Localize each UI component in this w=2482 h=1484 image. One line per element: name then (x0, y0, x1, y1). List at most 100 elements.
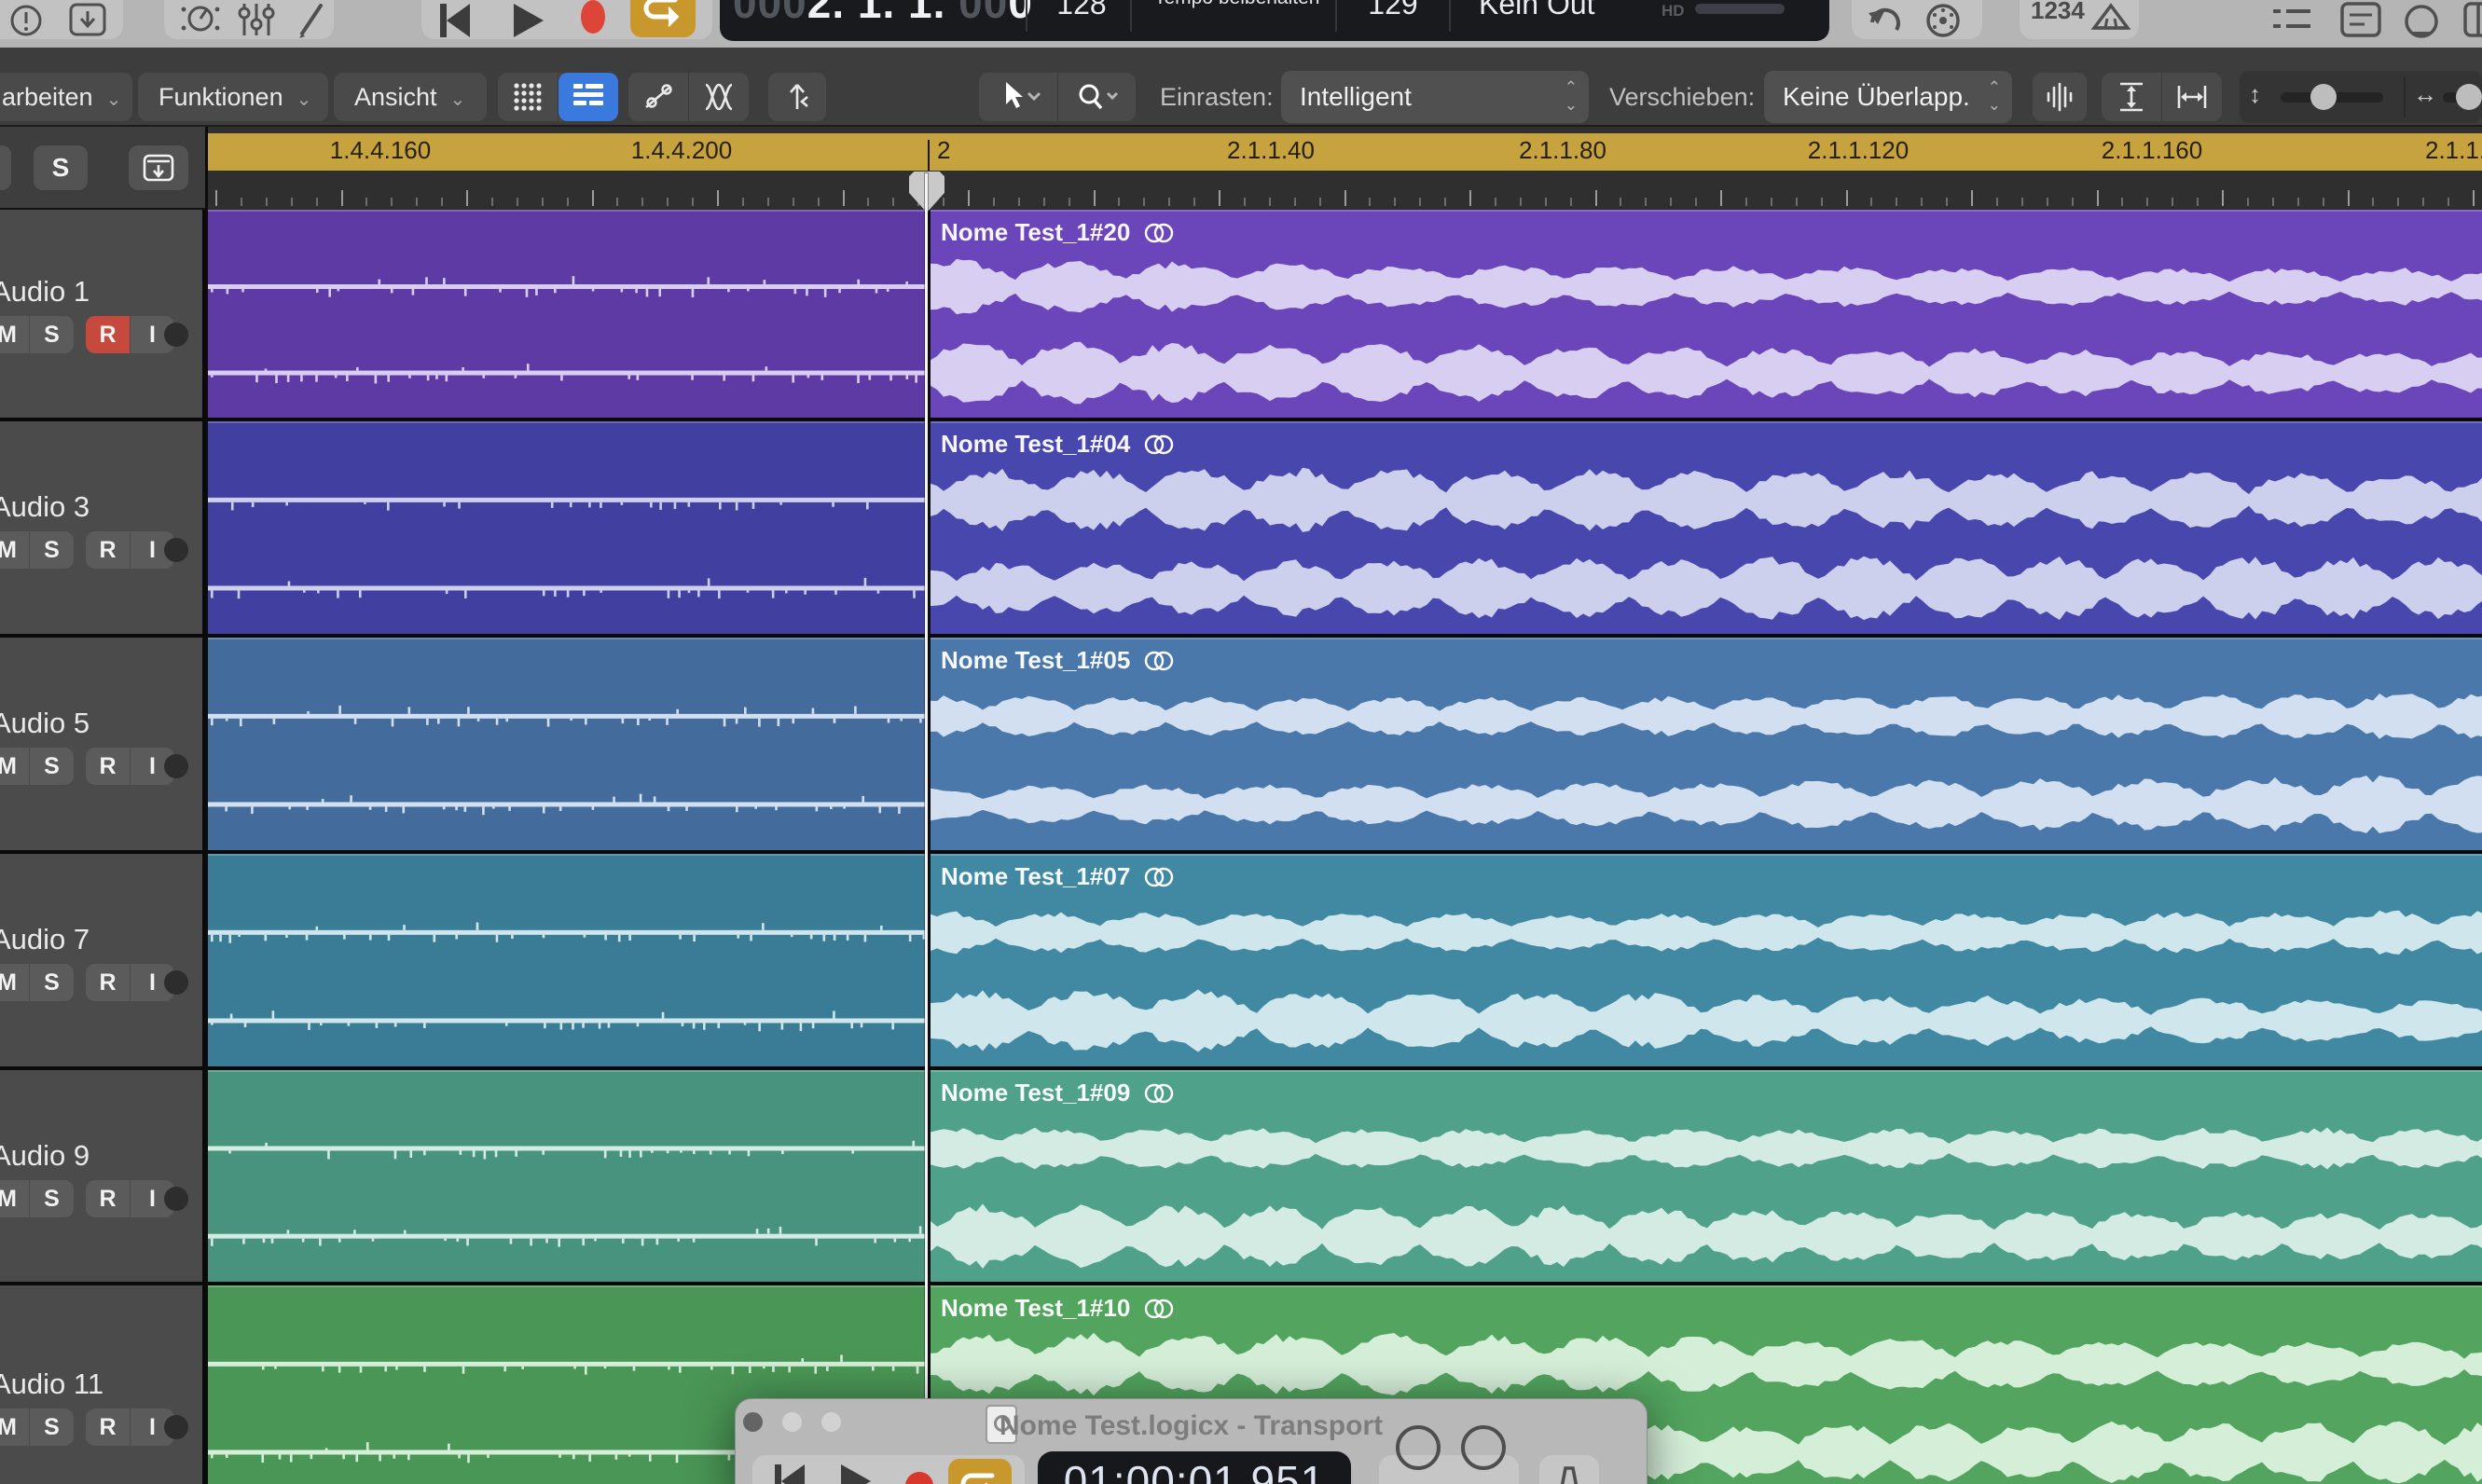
mute-button[interactable]: M (0, 1180, 30, 1217)
vertical-zoom-knob[interactable] (2310, 84, 2337, 110)
zoom-tool-menu[interactable] (1058, 73, 1137, 121)
menu-funktionen[interactable]: Funktionen⌄ (138, 73, 328, 121)
audio-region[interactable] (208, 854, 931, 1066)
transport-float-window[interactable]: Nome Test.logicx - Transport 01:00:01,95… (735, 1398, 1648, 1484)
solo-button[interactable]: S (30, 531, 74, 569)
stopwatch-icon[interactable] (2400, 2, 2443, 41)
horizontal-fit-button[interactable] (2162, 73, 2222, 121)
solo-all-button[interactable]: S (34, 145, 88, 190)
record-arm-button[interactable]: R (86, 1408, 131, 1446)
ruler-tick (1344, 190, 1346, 206)
bar-ruler[interactable]: 1.4.4.160 1.4.4.200 2 2.1.1.40 2.1.1.80 … (205, 127, 2482, 210)
quick-help-icon[interactable] (7, 2, 45, 39)
region-label: Nome Test_1#05 (941, 646, 1175, 675)
metronome-icon[interactable] (179, 2, 222, 39)
solo-button[interactable]: S (30, 316, 74, 353)
lcd-display[interactable]: 0002. 1. 1. 000 128 Tempo beibehalten 12… (720, 0, 1829, 41)
cycle-loop-button[interactable] (630, 0, 696, 37)
waveform-zoom-button[interactable] (2033, 73, 2087, 121)
tuner-wheel-icon[interactable] (1923, 2, 1964, 41)
solo-button[interactable]: S (30, 964, 74, 1001)
go-to-beginning-button[interactable] (434, 2, 476, 41)
record-arm-button[interactable]: R (86, 748, 131, 785)
solo-button[interactable]: S (30, 1180, 74, 1217)
move-select[interactable]: Keine Überlapp. ⌃⌄ (1764, 71, 2012, 123)
vertical-auto-zoom-button[interactable] (2102, 73, 2162, 121)
ruler-tick (1595, 190, 1597, 206)
list-editors-icon[interactable] (2269, 2, 2314, 39)
mute-button[interactable]: M (0, 964, 30, 1001)
audio-region[interactable] (208, 1070, 931, 1282)
notes-panel-icon[interactable] (2338, 2, 2383, 39)
track-lane[interactable]: Nome Test_1#04 (205, 421, 2482, 634)
menu-ansicht[interactable]: Ansicht⌄ (334, 73, 487, 121)
track-onoff-dot[interactable] (164, 1415, 188, 1439)
play-button[interactable] (509, 2, 546, 41)
ruler-tick (1996, 198, 1998, 206)
track-header[interactable]: Audio 5 MS RI (0, 638, 202, 850)
ruler-tick (993, 198, 995, 206)
menu-bearbeiten[interactable]: arbeiten⌄ (0, 73, 132, 121)
track-onoff-dot[interactable] (164, 323, 188, 347)
import-tray-icon[interactable] (67, 2, 108, 39)
track-lane[interactable]: Nome Test_1#05 (205, 638, 2482, 850)
ruler-tick (1545, 198, 1547, 206)
play-button[interactable] (836, 1461, 874, 1484)
audio-region[interactable] (208, 638, 931, 850)
mute-button[interactable]: M (0, 316, 30, 353)
track-header[interactable]: Audio 11 MS RI (0, 1285, 202, 1484)
mute-all-button[interactable] (0, 145, 11, 190)
ruler-tick (2097, 190, 2099, 206)
tempo-dial-icon[interactable] (1396, 1425, 1441, 1470)
region-label: Nome Test_1#07 (941, 862, 1175, 891)
grid-view-button[interactable] (498, 73, 558, 121)
ruler-tick (391, 198, 393, 206)
track-onoff-dot[interactable] (164, 538, 188, 562)
side-panel-icon[interactable] (2461, 2, 2482, 39)
lcd-options-chevron-icon[interactable]: ⌄ (1796, 0, 1816, 5)
count-in-icon[interactable]: 1234 (2031, 0, 2085, 25)
record-arm-button[interactable]: R (86, 531, 131, 569)
replay-capture-icon[interactable] (1865, 2, 1906, 41)
record-arm-button[interactable]: R (86, 316, 131, 353)
record-button[interactable] (574, 0, 612, 43)
track-header[interactable]: Audio 3 MS RI (0, 421, 202, 634)
mute-button[interactable]: M (0, 531, 30, 569)
mute-button[interactable]: M (0, 748, 30, 785)
tracks-view-button[interactable] (558, 73, 618, 121)
horizontal-zoom-knob[interactable] (2456, 84, 2482, 110)
record-arm-button[interactable]: R (86, 1180, 131, 1217)
audio-region[interactable] (208, 421, 931, 634)
track-lane[interactable]: Nome Test_1#09 (205, 1070, 2482, 1282)
audio-region[interactable] (208, 210, 931, 418)
track-header[interactable]: Audio 1 MS RI (0, 210, 202, 418)
track-lane[interactable]: Nome Test_1#20 (205, 210, 2482, 418)
snap-select[interactable]: Intelligent ⌃⌄ (1281, 71, 1589, 123)
track-onoff-dot[interactable] (164, 1187, 188, 1211)
solo-button[interactable]: S (30, 1408, 74, 1446)
transport-time-display[interactable]: 01:00:01,951 (1038, 1451, 1351, 1484)
track-onoff-dot[interactable] (164, 970, 188, 995)
keyboard-icon[interactable] (2089, 2, 2133, 39)
record-arm-button[interactable]: R (86, 964, 131, 1001)
mixer-faders-icon[interactable] (235, 2, 278, 39)
cycle-loop-button[interactable] (948, 1459, 1012, 1484)
track-header[interactable]: Audio 7 MS RI (0, 854, 202, 1066)
automation-button[interactable] (628, 73, 689, 121)
track-lane[interactable]: Nome Test_1#07 (205, 854, 2482, 1066)
track-import-button[interactable] (129, 145, 188, 190)
lcd-divider (1335, 0, 1337, 32)
metronome-icon[interactable] (1551, 1464, 1588, 1484)
solo-button[interactable]: S (30, 748, 74, 785)
split-tool-button[interactable] (768, 73, 826, 121)
ruler-tick (215, 190, 217, 206)
lcd-tempo-mode[interactable]: Tempo beibehalten (1154, 0, 1319, 9)
flex-button[interactable] (689, 73, 749, 121)
mute-button[interactable]: M (0, 1408, 30, 1446)
track-onoff-dot[interactable] (164, 754, 188, 778)
pencil-icon[interactable] (293, 2, 330, 39)
go-to-beginning-button[interactable] (769, 1461, 810, 1484)
track-header[interactable]: Audio 9 MS RI (0, 1070, 202, 1282)
pointer-tool-menu[interactable] (979, 73, 1058, 121)
time-dial-icon[interactable] (1461, 1425, 1506, 1470)
